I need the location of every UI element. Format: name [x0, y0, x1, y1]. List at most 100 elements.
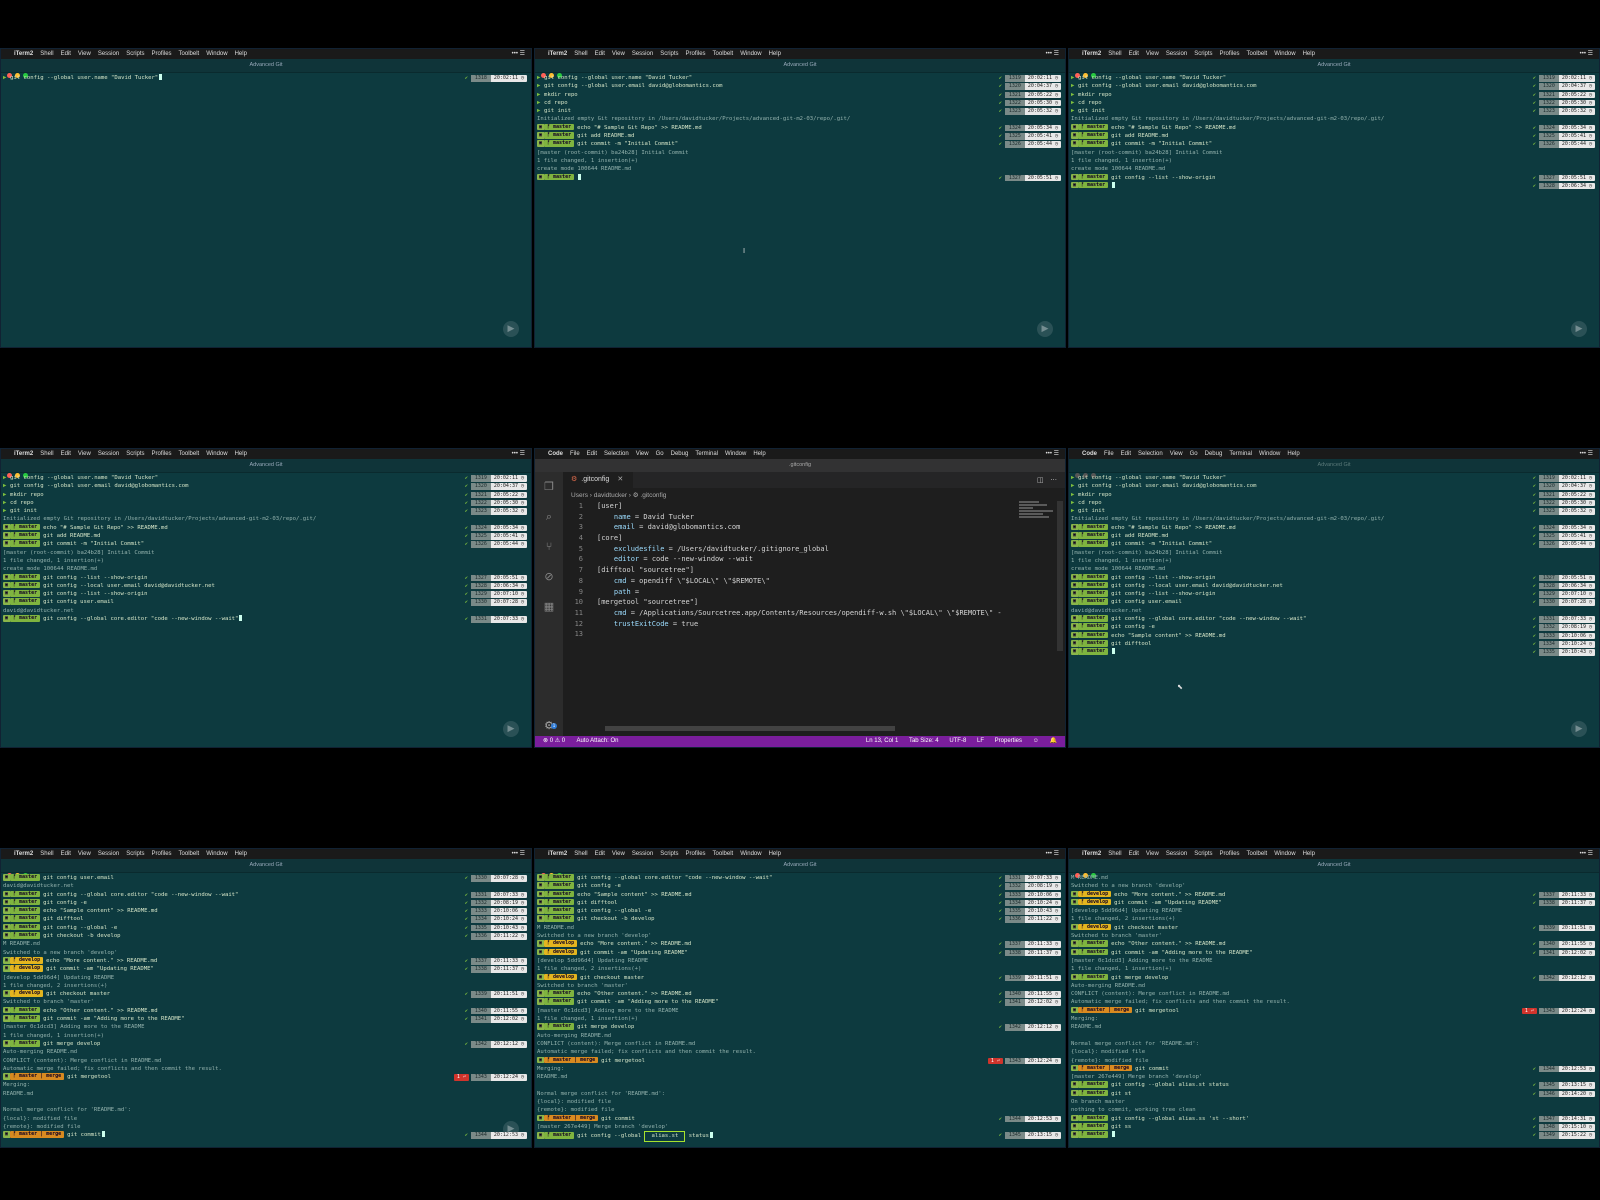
- menu-item-shell[interactable]: Shell: [40, 51, 53, 57]
- menu-item-profiles[interactable]: Profiles: [152, 451, 172, 457]
- feedback-icon[interactable]: ☺: [1033, 738, 1039, 744]
- menu-extras-icon[interactable]: ••• ☰: [1580, 449, 1593, 459]
- tab-size[interactable]: Tab Size: 4: [909, 738, 939, 744]
- terminal-output[interactable]: ▶ git config --global user.name "David Tu…: [3, 74, 529, 343]
- menu-extras-icon[interactable]: ••• ☰: [1580, 49, 1593, 59]
- menu-item-view[interactable]: View: [1170, 451, 1183, 457]
- menu-item-toolbelt[interactable]: Toolbelt: [713, 851, 734, 857]
- terminal-output[interactable]: ▣ ᚠ master git config --global core.editor…: [537, 874, 1063, 1143]
- menu-app-name[interactable]: iTerm2: [1082, 851, 1101, 857]
- debug-icon[interactable]: ⊘: [535, 562, 563, 592]
- menu-extras-icon[interactable]: ••• ☰: [1046, 49, 1059, 59]
- menu-item-shell[interactable]: Shell: [1108, 851, 1121, 857]
- menu-item-toolbelt[interactable]: Toolbelt: [1247, 851, 1268, 857]
- menu-extras-icon[interactable]: ••• ☰: [512, 449, 525, 459]
- menu-item-view[interactable]: View: [78, 851, 91, 857]
- menu-item-selection[interactable]: Selection: [604, 451, 629, 457]
- menu-item-profiles[interactable]: Profiles: [686, 51, 706, 57]
- terminal-window-7[interactable]: iTerm2 Shell Edit View Session Scripts Profile…: [0, 848, 532, 1148]
- menu-extras-icon[interactable]: ••• ☰: [1046, 849, 1059, 859]
- menu-item-scripts[interactable]: Scripts: [660, 851, 678, 857]
- menu-item-shell[interactable]: Shell: [574, 851, 587, 857]
- menu-item-toolbelt[interactable]: Toolbelt: [179, 851, 200, 857]
- menu-item-edit[interactable]: Edit: [595, 851, 605, 857]
- menu-item-shell[interactable]: Shell: [574, 51, 587, 57]
- menu-item-view[interactable]: View: [1146, 851, 1159, 857]
- menu-item-profiles[interactable]: Profiles: [152, 851, 172, 857]
- menu-item-session[interactable]: Session: [98, 451, 119, 457]
- terminal-output[interactable]: ▶ git config --global user.name "David Tu…: [1071, 474, 1597, 743]
- menu-item-window[interactable]: Window: [740, 51, 761, 57]
- play-icon[interactable]: ▶: [503, 321, 519, 337]
- terminal-output[interactable]: ▣ ᚠ master git config user.email ✔ 1330 20:07…: [3, 874, 529, 1143]
- explorer-icon[interactable]: ❐: [535, 472, 563, 502]
- menu-item-debug[interactable]: Debug: [671, 451, 689, 457]
- menu-item-selection[interactable]: Selection: [1138, 451, 1163, 457]
- terminal-window-6[interactable]: Code File Edit Selection View Go Debug Terminal…: [1068, 448, 1600, 748]
- menu-item-scripts[interactable]: Scripts: [1194, 851, 1212, 857]
- problems-status[interactable]: ⊗ 0 ⚠ 0: [543, 738, 565, 744]
- auto-attach-status[interactable]: Auto Attach: On: [576, 738, 618, 744]
- menu-item-scripts[interactable]: Scripts: [126, 451, 144, 457]
- search-icon[interactable]: ⌕: [535, 502, 563, 532]
- menu-item-view[interactable]: View: [612, 51, 625, 57]
- menu-extras-icon[interactable]: ••• ☰: [1580, 849, 1593, 859]
- menu-item-scripts[interactable]: Scripts: [126, 851, 144, 857]
- play-icon[interactable]: ▶: [503, 1121, 519, 1137]
- menu-item-profiles[interactable]: Profiles: [152, 51, 172, 57]
- menu-item-session[interactable]: Session: [1166, 51, 1187, 57]
- menu-app-name[interactable]: Code: [1082, 451, 1097, 457]
- menu-item-help[interactable]: Help: [1303, 851, 1315, 857]
- menu-item-shell[interactable]: Shell: [40, 851, 53, 857]
- menu-item-session[interactable]: Session: [1166, 851, 1187, 857]
- menu-item-window[interactable]: Window: [740, 851, 761, 857]
- split-editor-icon[interactable]: ◫: [1037, 476, 1044, 484]
- code-editor[interactable]: 1 [user] 2 name = David Tucker 3 email = da…: [563, 501, 1017, 734]
- menu-item-session[interactable]: Session: [632, 51, 653, 57]
- menu-app-name[interactable]: iTerm2: [1082, 51, 1101, 57]
- terminal-output[interactable]: M README.md Switched to a new branch 'dev…: [1071, 874, 1597, 1143]
- vertical-scrollbar[interactable]: [1057, 501, 1063, 651]
- terminal-output[interactable]: ▶ git config --global user.name "David Tu…: [1071, 74, 1597, 343]
- menu-item-toolbelt[interactable]: Toolbelt: [179, 451, 200, 457]
- menu-extras-icon[interactable]: ••• ☰: [512, 849, 525, 859]
- menu-item-edit[interactable]: Edit: [61, 51, 71, 57]
- play-icon[interactable]: ▶: [1571, 321, 1587, 337]
- menu-item-window[interactable]: Window: [1274, 851, 1295, 857]
- menu-app-name[interactable]: iTerm2: [548, 51, 567, 57]
- menu-app-name[interactable]: iTerm2: [14, 451, 33, 457]
- menu-item-help[interactable]: Help: [235, 451, 247, 457]
- source-control-icon[interactable]: ⑂: [535, 532, 563, 562]
- menu-item-window[interactable]: Window: [206, 851, 227, 857]
- menu-item-edit[interactable]: Edit: [595, 51, 605, 57]
- menu-item-help[interactable]: Help: [769, 851, 781, 857]
- terminal-window-4[interactable]: iTerm2 Shell Edit View Session Scripts Profile…: [0, 448, 532, 748]
- menu-app-name[interactable]: Code: [548, 451, 563, 457]
- menu-item-scripts[interactable]: Scripts: [660, 51, 678, 57]
- menu-item-help[interactable]: Help: [235, 851, 247, 857]
- menu-item-session[interactable]: Session: [632, 851, 653, 857]
- menu-item-toolbelt[interactable]: Toolbelt: [1247, 51, 1268, 57]
- menu-item-shell[interactable]: Shell: [40, 451, 53, 457]
- menu-item-edit[interactable]: Edit: [1121, 451, 1131, 457]
- menu-item-profiles[interactable]: Profiles: [1220, 851, 1240, 857]
- menu-item-view[interactable]: View: [78, 451, 91, 457]
- menu-item-terminal[interactable]: Terminal: [695, 451, 718, 457]
- menu-item-session[interactable]: Session: [98, 51, 119, 57]
- menu-item-help[interactable]: Help: [235, 51, 247, 57]
- menu-item-window[interactable]: Window: [1274, 51, 1295, 57]
- language-mode[interactable]: Properties: [995, 738, 1022, 744]
- menu-extras-icon[interactable]: ••• ☰: [512, 49, 525, 59]
- play-icon[interactable]: ▶: [1571, 721, 1587, 737]
- menu-item-file[interactable]: File: [1104, 451, 1114, 457]
- terminal-window-3[interactable]: iTerm2 Shell Edit View Session Scripts Profile…: [1068, 48, 1600, 348]
- menu-item-help[interactable]: Help: [753, 451, 765, 457]
- menu-item-toolbelt[interactable]: Toolbelt: [713, 51, 734, 57]
- menu-item-edit[interactable]: Edit: [61, 451, 71, 457]
- tab-gitconfig[interactable]: ⚙ .gitconfig ✕: [563, 472, 634, 488]
- menu-item-help[interactable]: Help: [1303, 51, 1315, 57]
- extensions-icon[interactable]: ▦: [535, 592, 563, 622]
- menu-app-name[interactable]: iTerm2: [548, 851, 567, 857]
- menu-item-edit[interactable]: Edit: [61, 851, 71, 857]
- vscode-window[interactable]: Code File Edit Selection View Go Debug Terminal…: [534, 448, 1066, 748]
